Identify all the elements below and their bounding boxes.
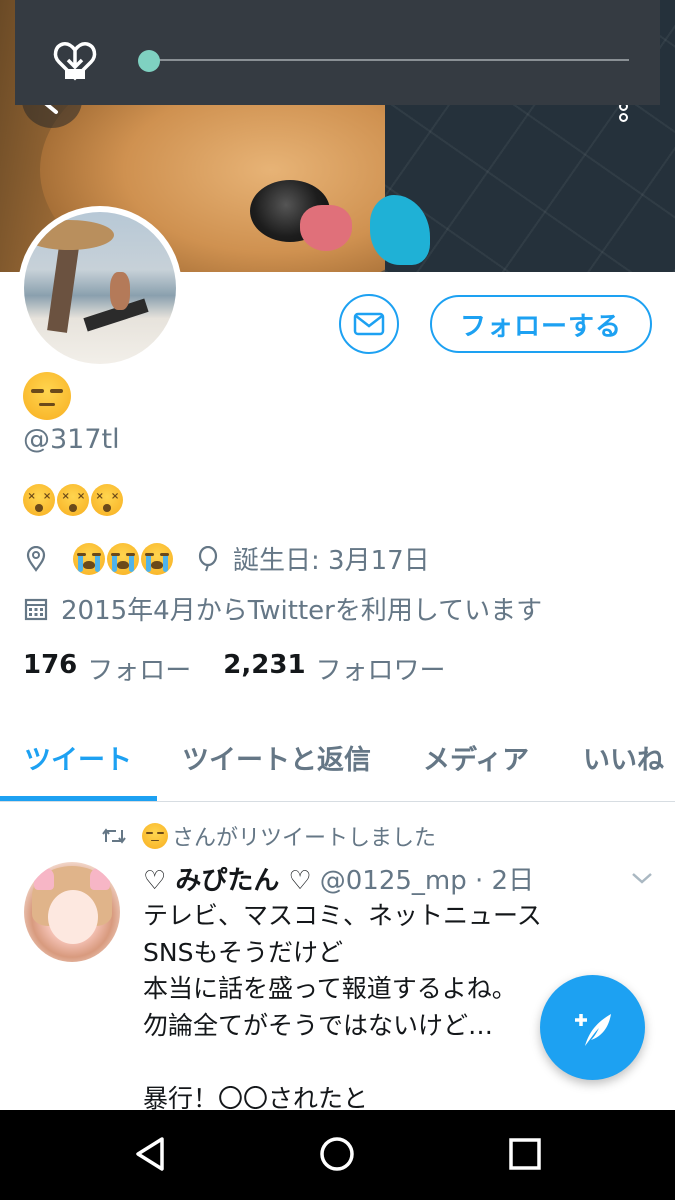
tab-media[interactable]: メディア — [423, 738, 529, 777]
nav-recents-icon — [509, 1138, 541, 1170]
profile-meta-joined: 2015年4月からTwitterを利用しています — [23, 590, 542, 627]
message-button[interactable] — [339, 294, 399, 354]
retweet-context: さんがリツイートしました — [100, 820, 436, 852]
crying-face-icon — [73, 542, 105, 575]
following-label[interactable]: フォロー — [87, 650, 191, 687]
compose-tweet-icon — [574, 1013, 611, 1046]
nav-home-button[interactable] — [317, 1134, 357, 1174]
tab-tweets-and-replies[interactable]: ツイートと返信 — [182, 738, 371, 777]
profile-screen: フォローする @317tl × × × × × × 誕生日: 3月17日 2015年4… — [0, 0, 675, 1200]
nav-home-icon — [320, 1137, 354, 1171]
display-name-emoji — [23, 372, 71, 424]
balloon-icon — [195, 545, 221, 572]
nav-back-button[interactable] — [130, 1134, 170, 1174]
media-progress-track[interactable] — [147, 59, 629, 61]
retweet-context-text: さんがリツイートしました — [172, 826, 437, 851]
system-nav-bar — [0, 1110, 675, 1200]
crying-face-icon — [107, 542, 139, 575]
retweet-icon — [102, 828, 126, 844]
chevron-down-icon[interactable] — [630, 866, 654, 890]
location-pin-icon — [23, 545, 49, 572]
crying-face-icon — [141, 542, 173, 575]
dizzy-face-icon: × × — [23, 484, 55, 516]
followers-label[interactable]: フォロワー — [316, 650, 446, 687]
profile-handle: @317tl — [23, 424, 120, 455]
profile-tabs: ツイート ツイートと返信 メディア いいね — [0, 712, 675, 802]
follow-button[interactable]: フォローする — [430, 295, 652, 353]
compose-tweet-button[interactable] — [540, 975, 645, 1080]
download-heart-icon[interactable] — [51, 36, 99, 84]
profile-avatar[interactable] — [18, 206, 182, 370]
location-emojis — [73, 542, 173, 575]
tab-tweets[interactable]: ツイート — [24, 738, 132, 777]
tweet-author-handle-time[interactable]: @0125_mp · 2日 — [320, 866, 534, 896]
active-tab-indicator — [0, 796, 157, 801]
media-progress-thumb[interactable] — [138, 50, 160, 72]
birthday-text: 誕生日: 3月17日 — [233, 546, 430, 576]
follow-stats: 176 フォロー 2,231 フォロワー — [23, 650, 478, 687]
followers-count[interactable]: 2,231 — [223, 650, 305, 687]
nav-recents-button[interactable] — [505, 1134, 545, 1174]
joined-text: 2015年4月からTwitterを利用しています — [61, 596, 543, 626]
profile-bio: × × × × × × — [23, 484, 123, 516]
tweet-header: ♡ みぴたん ♡ @0125_mp · 2日 — [143, 860, 534, 897]
dizzy-face-icon: × × — [57, 484, 89, 516]
envelope-icon — [353, 312, 385, 336]
tweet-author-name[interactable]: ♡ みぴたん ♡ — [143, 866, 312, 896]
tab-likes[interactable]: いいね — [583, 738, 664, 777]
calendar-icon — [23, 596, 49, 622]
following-count[interactable]: 176 — [23, 650, 77, 687]
unamused-face-icon — [142, 823, 168, 849]
unamused-face-icon — [23, 372, 71, 420]
media-overlay — [15, 0, 660, 105]
dizzy-face-icon: × × — [91, 484, 123, 516]
tweet-author-avatar[interactable] — [24, 862, 120, 962]
nav-back-icon — [136, 1137, 164, 1171]
profile-meta-location-birthday: 誕生日: 3月17日 — [23, 540, 430, 577]
